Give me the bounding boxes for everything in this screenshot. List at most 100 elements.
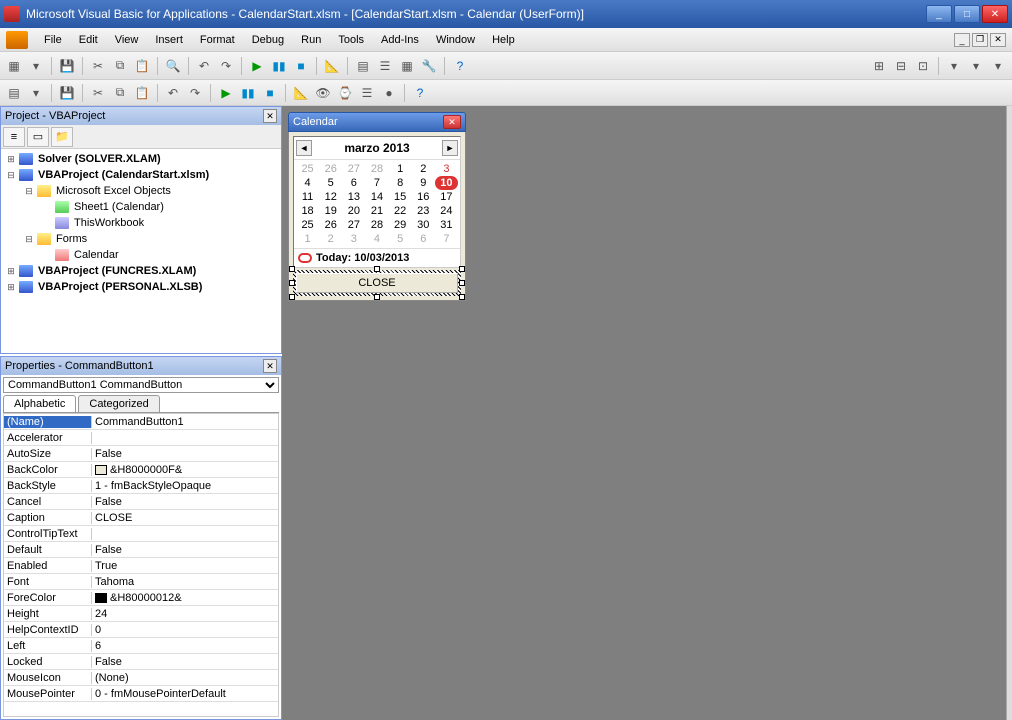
calendar-day[interactable]: 16 bbox=[412, 190, 435, 204]
menu-window[interactable]: Window bbox=[428, 31, 483, 49]
copy2-button[interactable]: ⧉ bbox=[110, 83, 130, 103]
tab-alphabetic[interactable]: Alphabetic bbox=[3, 395, 76, 412]
calendar-day[interactable]: 1 bbox=[296, 232, 319, 246]
redo2-button[interactable]: ↷ bbox=[185, 83, 205, 103]
calendar-day[interactable]: 20 bbox=[342, 204, 365, 218]
calendar-day[interactable]: 15 bbox=[389, 190, 412, 204]
property-value[interactable]: CommandButton1 bbox=[92, 416, 278, 428]
calendar-day[interactable]: 18 bbox=[296, 204, 319, 218]
prev-month-button[interactable]: ◄ bbox=[296, 140, 312, 156]
property-value[interactable]: False bbox=[92, 544, 278, 556]
calendar-day[interactable]: 6 bbox=[342, 176, 365, 190]
property-value[interactable]: True bbox=[92, 560, 278, 572]
monthview-control[interactable]: ◄ marzo 2013 ► 2526272812345678910111213… bbox=[293, 136, 461, 268]
save2-button[interactable]: 💾 bbox=[57, 83, 77, 103]
property-row[interactable]: MouseIcon(None) bbox=[4, 670, 278, 686]
userform-designer[interactable]: Calendar ✕ ◄ marzo 2013 ► 25262728123456… bbox=[288, 112, 466, 301]
expand-toggle[interactable]: ⊟ bbox=[21, 234, 37, 245]
calendar-day[interactable]: 3 bbox=[435, 162, 458, 176]
project-explorer-close-button[interactable]: ✕ bbox=[263, 109, 277, 123]
property-row[interactable]: BackColor&H8000000F& bbox=[4, 462, 278, 478]
toolbox-button[interactable]: 🔧 bbox=[419, 56, 439, 76]
cut-button[interactable]: ✂ bbox=[88, 56, 108, 76]
align-button[interactable]: ⊞ bbox=[869, 56, 889, 76]
property-row[interactable]: HelpContextID0 bbox=[4, 622, 278, 638]
calendar-day[interactable]: 28 bbox=[365, 162, 388, 176]
calendar-day[interactable]: 23 bbox=[412, 204, 435, 218]
property-row[interactable]: LockedFalse bbox=[4, 654, 278, 670]
property-row[interactable]: AutoSizeFalse bbox=[4, 446, 278, 462]
calendar-day[interactable]: 31 bbox=[435, 218, 458, 232]
cut2-button[interactable]: ✂ bbox=[88, 83, 108, 103]
property-row[interactable]: Height24 bbox=[4, 606, 278, 622]
view-code-button[interactable]: ▤ bbox=[4, 83, 24, 103]
property-value[interactable]: &H8000000F& bbox=[92, 464, 278, 476]
menu-tools[interactable]: Tools bbox=[330, 31, 372, 49]
properties-button[interactable]: ☰ bbox=[375, 56, 395, 76]
calendar-day[interactable]: 27 bbox=[342, 218, 365, 232]
redo-button[interactable]: ↷ bbox=[216, 56, 236, 76]
reset-button[interactable]: ■ bbox=[291, 56, 311, 76]
property-value[interactable]: False bbox=[92, 496, 278, 508]
calendar-day[interactable]: 26 bbox=[319, 162, 342, 176]
toggle-folders-tool[interactable]: 📁 bbox=[51, 127, 73, 147]
calendar-day[interactable]: 7 bbox=[435, 232, 458, 246]
copy-button[interactable]: ⧉ bbox=[110, 56, 130, 76]
property-row[interactable]: ControlTipText bbox=[4, 526, 278, 542]
tree-node[interactable]: Calendar bbox=[3, 247, 279, 263]
calendar-day[interactable]: 4 bbox=[296, 176, 319, 190]
paste-button[interactable]: 📋 bbox=[132, 56, 152, 76]
quick-watch-button[interactable]: ⌚ bbox=[335, 83, 355, 103]
calendar-day[interactable]: 5 bbox=[319, 176, 342, 190]
tree-node[interactable]: Sheet1 (Calendar) bbox=[3, 199, 279, 215]
property-value[interactable]: 1 - fmBackStyleOpaque bbox=[92, 480, 278, 492]
undo-button[interactable]: ↶ bbox=[194, 56, 214, 76]
property-row[interactable]: (Name)CommandButton1 bbox=[4, 414, 278, 430]
tree-node[interactable]: ThisWorkbook bbox=[3, 215, 279, 231]
calendar-day[interactable]: 8 bbox=[389, 176, 412, 190]
view-excel-button[interactable]: ▦ bbox=[4, 56, 24, 76]
menu-help[interactable]: Help bbox=[484, 31, 523, 49]
view-object-button[interactable]: ▾ bbox=[26, 83, 46, 103]
calendar-day[interactable]: 28 bbox=[365, 218, 388, 232]
calendar-day[interactable]: 17 bbox=[435, 190, 458, 204]
property-value[interactable]: CLOSE bbox=[92, 512, 278, 524]
property-value[interactable]: 0 bbox=[92, 624, 278, 636]
userform-close-button[interactable]: ✕ bbox=[443, 115, 461, 129]
call-stack-button[interactable]: ☰ bbox=[357, 83, 377, 103]
break2-button[interactable]: ▮▮ bbox=[238, 83, 258, 103]
menu-format[interactable]: Format bbox=[192, 31, 243, 49]
property-row[interactable]: BackStyle1 - fmBackStyleOpaque bbox=[4, 478, 278, 494]
window-titlebar[interactable]: Microsoft Visual Basic for Applications … bbox=[0, 0, 1012, 28]
next-month-button[interactable]: ► bbox=[442, 140, 458, 156]
property-row[interactable]: Accelerator bbox=[4, 430, 278, 446]
calendar-day[interactable]: 1 bbox=[389, 162, 412, 176]
calendar-day[interactable]: 9 bbox=[412, 176, 435, 190]
calendar-day[interactable]: 14 bbox=[365, 190, 388, 204]
reset2-button[interactable]: ■ bbox=[260, 83, 280, 103]
calendar-day[interactable]: 7 bbox=[365, 176, 388, 190]
calendar-day[interactable]: 5 bbox=[389, 232, 412, 246]
expand-toggle[interactable]: ⊟ bbox=[21, 186, 37, 197]
save-button[interactable]: 💾 bbox=[57, 56, 77, 76]
calendar-day[interactable]: 26 bbox=[319, 218, 342, 232]
menu-add-ins[interactable]: Add-Ins bbox=[373, 31, 427, 49]
tree-node[interactable]: ⊟VBAProject (CalendarStart.xlsm) bbox=[3, 167, 279, 183]
property-value[interactable]: 6 bbox=[92, 640, 278, 652]
minimize-button[interactable]: _ bbox=[926, 5, 952, 23]
maximize-button[interactable]: □ bbox=[954, 5, 980, 23]
property-value[interactable]: &H80000012& bbox=[92, 592, 278, 604]
mdi-minimize-button[interactable]: _ bbox=[954, 33, 970, 47]
calendar-day[interactable]: 10 bbox=[435, 176, 458, 190]
calendar-day[interactable]: 27 bbox=[342, 162, 365, 176]
property-row[interactable]: Left6 bbox=[4, 638, 278, 654]
find-button[interactable]: 🔍 bbox=[163, 56, 183, 76]
property-row[interactable]: CaptionCLOSE bbox=[4, 510, 278, 526]
calendar-day[interactable]: 25 bbox=[296, 162, 319, 176]
calendar-day[interactable]: 2 bbox=[319, 232, 342, 246]
calendar-day[interactable]: 3 bbox=[342, 232, 365, 246]
view-code-tool[interactable]: ≡ bbox=[3, 127, 25, 147]
align2-button[interactable]: ⊟ bbox=[891, 56, 911, 76]
tree-node[interactable]: ⊞Solver (SOLVER.XLAM) bbox=[3, 151, 279, 167]
undo2-button[interactable]: ↶ bbox=[163, 83, 183, 103]
